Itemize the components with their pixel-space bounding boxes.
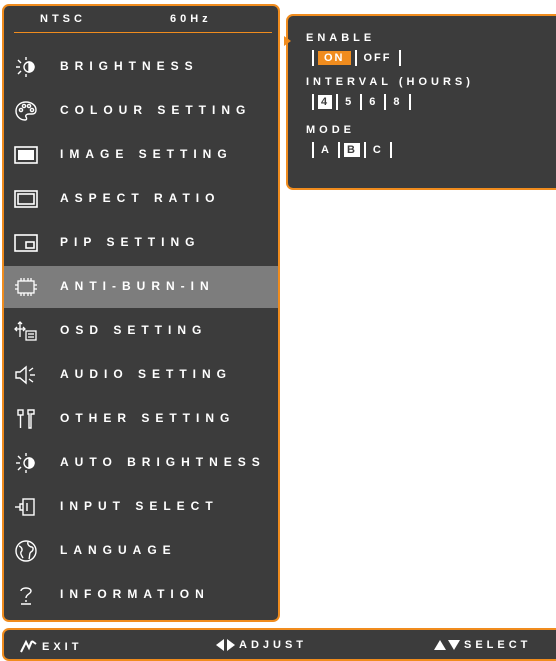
separator — [312, 50, 314, 66]
exit-icon — [20, 639, 37, 653]
globe-icon — [14, 539, 38, 563]
menu-item-label: COLOUR SETTING — [60, 103, 252, 117]
menu-item-label: OSD SETTING — [60, 323, 208, 337]
speaker-icon — [14, 363, 38, 387]
menu-item-label: PIP SETTING — [60, 235, 201, 249]
menu-item-audio-setting[interactable]: AUDIO SETTING — [4, 354, 278, 396]
menu-item-label: AUTO BRIGHTNESS — [60, 455, 266, 469]
refresh-rate: 60Hz — [170, 13, 212, 25]
separator — [354, 50, 357, 66]
palette-icon — [14, 99, 38, 123]
main-menu-panel: NTSC 60Hz BRIGHTNESS COLOUR SETTING IMAG… — [2, 4, 280, 622]
adjust-label: ADJUST — [239, 639, 308, 651]
menu-item-pip-setting[interactable]: PIP SETTING — [4, 222, 278, 264]
separator — [337, 142, 340, 158]
auto-brightness-icon — [14, 451, 38, 475]
enable-options: ON OFF — [308, 50, 405, 66]
menu-item-language[interactable]: LANGUAGE — [4, 530, 278, 572]
signal-format: NTSC — [40, 13, 86, 25]
enable-option-off[interactable]: OFF — [361, 51, 395, 65]
select-hint[interactable]: SELECT — [434, 639, 531, 651]
image-icon — [14, 143, 38, 167]
interval-options: 4 5 6 8 — [308, 94, 415, 110]
interval-option-5[interactable]: 5 — [342, 95, 356, 109]
separator — [389, 142, 392, 158]
mode-options: A B C — [308, 142, 396, 158]
anti-burn-in-submenu: ENABLE ON OFF INTERVAL (HOURS) 4 5 6 8 M… — [284, 14, 556, 190]
adjust-hint[interactable]: ADJUST — [216, 639, 307, 651]
signal-header: NTSC 60Hz — [4, 6, 278, 34]
arrow-left-icon — [216, 639, 224, 651]
separator — [312, 94, 314, 110]
separator — [312, 142, 314, 158]
menu-item-input-select[interactable]: INPUT SELECT — [4, 486, 278, 528]
menu-item-label: AUDIO SETTING — [60, 367, 233, 381]
interval-option-8[interactable]: 8 — [390, 95, 404, 109]
osd-icon — [14, 319, 38, 343]
exit-hint[interactable]: EXIT — [20, 639, 82, 655]
select-label: SELECT — [464, 639, 532, 651]
arrow-up-icon — [434, 640, 446, 650]
mode-option-c[interactable]: C — [370, 143, 386, 157]
input-plug-icon — [14, 495, 38, 519]
tools-icon — [14, 407, 38, 431]
menu-item-label: BRIGHTNESS — [60, 59, 199, 73]
menu-item-other-setting[interactable]: OTHER SETTING — [4, 398, 278, 440]
menu-item-brightness[interactable]: BRIGHTNESS — [4, 46, 278, 88]
menu-item-anti-burn-in[interactable]: ANTI-BURN-IN — [4, 266, 278, 308]
mode-option-b[interactable]: B — [343, 143, 360, 157]
footer-bar: EXIT ADJUST SELECT — [2, 628, 556, 661]
separator — [408, 94, 411, 110]
arrow-right-icon — [227, 639, 235, 651]
menu-item-colour-setting[interactable]: COLOUR SETTING — [4, 90, 278, 132]
separator — [384, 94, 387, 110]
enable-title: ENABLE — [306, 32, 376, 44]
chip-icon — [14, 275, 38, 299]
interval-option-6[interactable]: 6 — [366, 95, 380, 109]
interval-title: INTERVAL (HOURS) — [306, 76, 474, 88]
mode-title: MODE — [306, 124, 355, 136]
menu-item-label: ASPECT RATIO — [60, 191, 221, 205]
pip-icon — [14, 231, 38, 255]
brightness-icon — [14, 55, 38, 79]
header-divider — [14, 32, 272, 33]
exit-label: EXIT — [42, 641, 83, 653]
menu-item-label: OTHER SETTING — [60, 411, 236, 425]
mode-option-a[interactable]: A — [318, 143, 334, 157]
interval-option-4[interactable]: 4 — [318, 95, 333, 109]
caret-right-icon — [284, 36, 291, 46]
separator — [336, 94, 339, 110]
arrow-down-icon — [448, 640, 460, 650]
enable-section: ENABLE — [306, 32, 375, 44]
menu-item-aspect-ratio[interactable]: ASPECT RATIO — [4, 178, 278, 220]
menu-item-label: IMAGE SETTING — [60, 147, 233, 161]
menu-item-label: INPUT SELECT — [60, 499, 219, 513]
menu-item-osd-setting[interactable]: OSD SETTING — [4, 310, 278, 352]
separator — [363, 142, 366, 158]
menu-item-information[interactable]: INFORMATION — [4, 574, 278, 616]
menu-item-image-setting[interactable]: IMAGE SETTING — [4, 134, 278, 176]
enable-option-on[interactable]: ON — [318, 51, 351, 65]
menu-item-label: INFORMATION — [60, 587, 210, 601]
menu-item-label: LANGUAGE — [60, 543, 177, 557]
aspect-ratio-icon — [14, 187, 38, 211]
interval-section: INTERVAL (HOURS) — [306, 76, 474, 88]
menu-item-auto-brightness[interactable]: AUTO BRIGHTNESS — [4, 442, 278, 484]
separator — [398, 50, 401, 66]
question-icon — [14, 583, 38, 607]
menu-item-label: ANTI-BURN-IN — [60, 279, 215, 293]
mode-section: MODE — [306, 124, 355, 136]
separator — [360, 94, 363, 110]
